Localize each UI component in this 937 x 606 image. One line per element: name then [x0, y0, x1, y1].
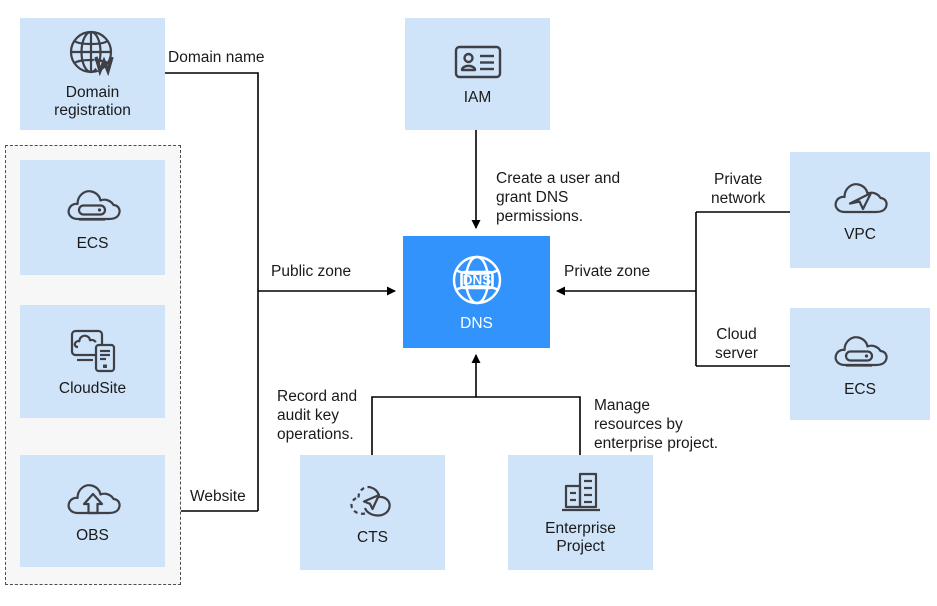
node-enterprise-project[interactable]: Enterprise Project [508, 455, 653, 570]
cloud-trace-icon [345, 479, 401, 523]
svg-text:DNS: DNS [462, 272, 491, 287]
edge-label-website: Website [190, 488, 246, 505]
node-label: DNS [460, 315, 493, 332]
node-label: OBS [76, 527, 109, 544]
node-label: Enterprise Project [545, 519, 616, 555]
node-ecs-right[interactable]: ECS [790, 308, 930, 420]
cloud-vpc-icon [831, 176, 889, 220]
edge-label-public-zone: Public zone [271, 263, 352, 280]
node-domain-registration[interactable]: Domain registration [20, 18, 165, 130]
architecture-diagram: Domain registration ECS CloudSite OBS IA… [0, 0, 937, 606]
node-cloudsite[interactable]: CloudSite [20, 305, 165, 418]
node-obs[interactable]: OBS [20, 455, 165, 567]
edge-label-enterprise-manage: Manage resources by enterprise project. [594, 397, 719, 452]
cloud-server-icon [831, 329, 889, 375]
edge-label-domain-name: Domain name [168, 49, 265, 66]
edge-label-cloud-server: Cloud server [715, 326, 759, 362]
node-label: IAM [463, 89, 492, 106]
node-vpc[interactable]: VPC [790, 152, 930, 268]
node-iam[interactable]: IAM [405, 18, 550, 130]
node-label: VPC [844, 226, 876, 243]
edge-label-private-zone: Private zone [564, 263, 651, 280]
node-ecs-left[interactable]: ECS [20, 160, 165, 275]
cloud-upload-icon [64, 477, 122, 521]
id-card-icon [452, 41, 504, 83]
globe-dns-icon: DNS [448, 251, 506, 309]
edge-label-private-network: Private network [711, 171, 766, 207]
globe-w-icon [66, 28, 120, 78]
monitor-phone-icon [68, 326, 118, 374]
node-cts[interactable]: CTS [300, 455, 445, 570]
node-label: CTS [357, 528, 388, 546]
node-label: ECS [76, 234, 109, 252]
node-label: CloudSite [58, 379, 127, 397]
cloud-server-icon [64, 183, 122, 229]
edge-label-iam-permissions: Create a user and grant DNS permissions. [496, 170, 621, 225]
node-label: ECS [844, 381, 876, 398]
edge-label-cts-operations: Record and audit key operations. [277, 388, 358, 443]
node-dns[interactable]: DNS DNS [403, 236, 550, 348]
buildings-icon [558, 470, 604, 514]
node-label: Domain registration [54, 84, 131, 119]
